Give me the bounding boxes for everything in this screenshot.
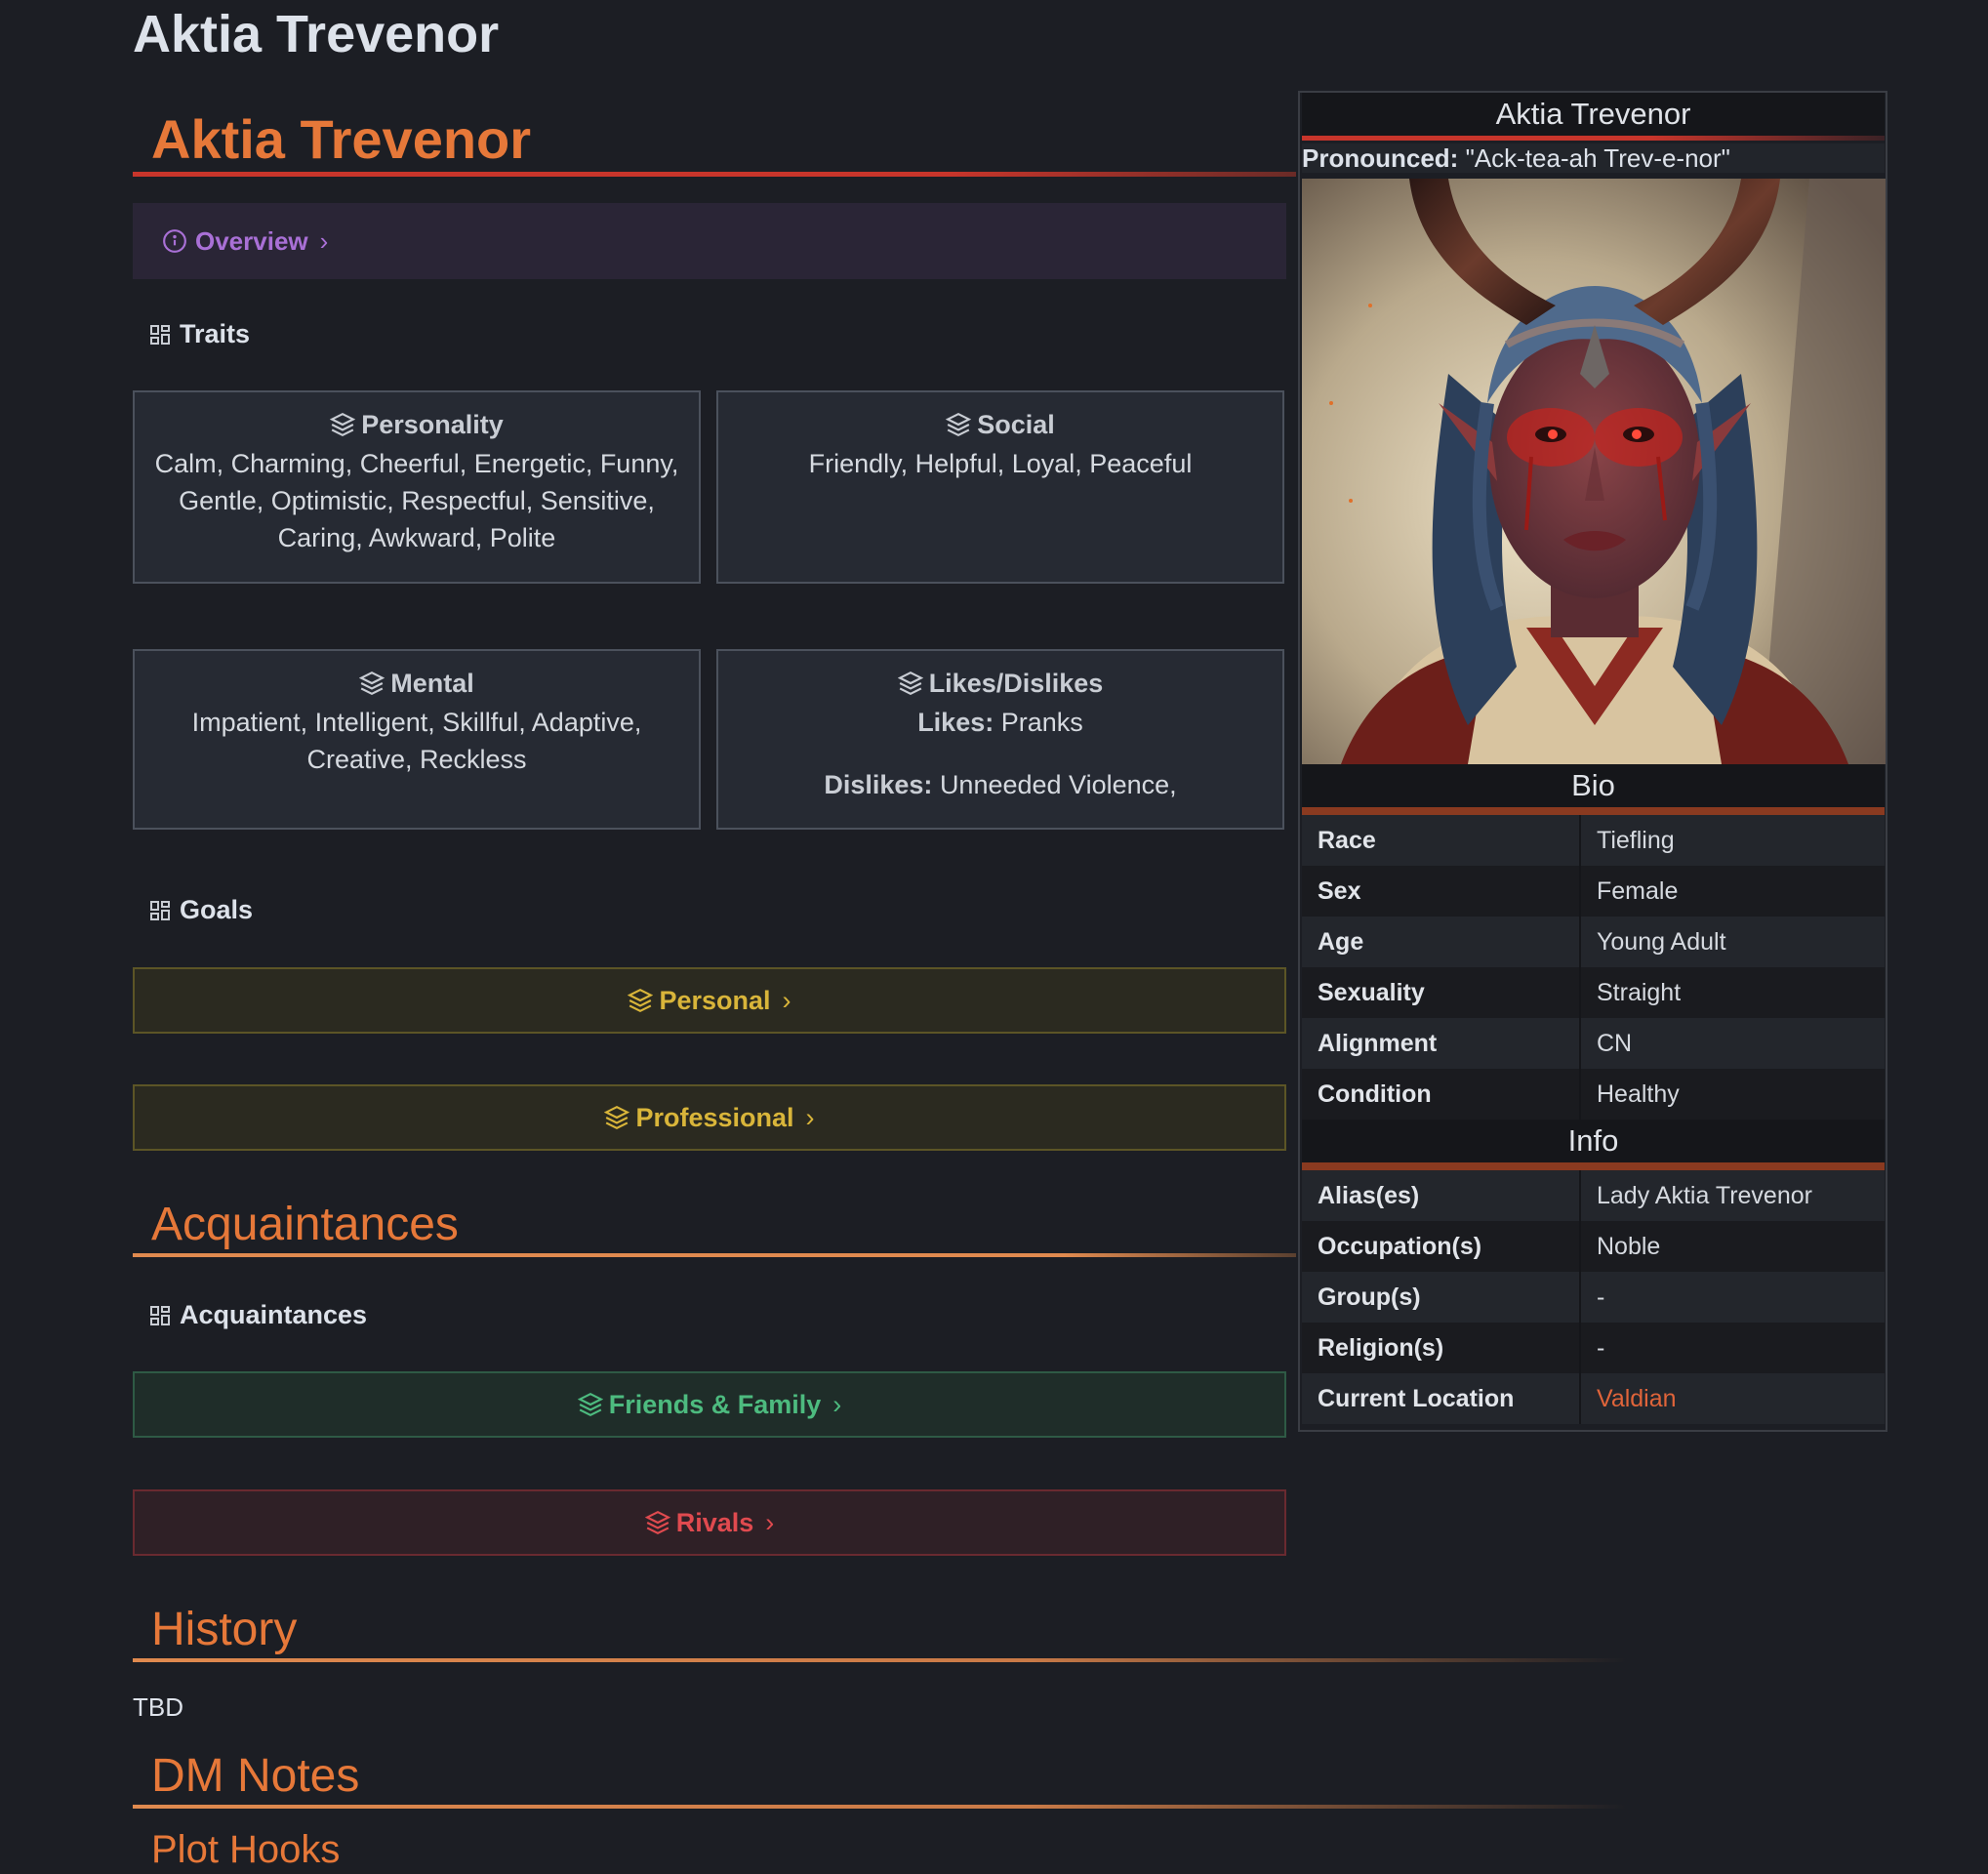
dislikes-label: Dislikes:	[824, 770, 933, 799]
friends-family-label: Friends & Family	[608, 1389, 822, 1419]
history-heading: History	[133, 1602, 1626, 1662]
acquaintances-heading: Acquaintances	[133, 1197, 1296, 1257]
acquaintances-heading-text: Acquaintances	[151, 1199, 459, 1250]
layers-icon	[897, 671, 923, 696]
bio-heading: Bio	[1302, 764, 1885, 815]
info-table: Alias(es) Lady Aktia Trevenor Occupation(…	[1302, 1170, 1885, 1424]
name-heading-text: Aktia Trevenor	[151, 108, 532, 170]
grid-icon	[150, 324, 170, 345]
page-title: Aktia Trevenor	[133, 5, 500, 63]
current-location-link[interactable]: Valdian	[1581, 1385, 1677, 1413]
social-text: Friendly, Helpful, Loyal, Peaceful	[808, 449, 1193, 478]
layers-icon	[644, 1510, 670, 1535]
likes-dislikes-title: Likes/Dislikes	[718, 665, 1282, 702]
personality-text: Calm, Charming, Cheerful, Energetic, Fun…	[154, 449, 679, 552]
history-text: TBD	[133, 1692, 183, 1722]
traits-label: Traits	[148, 319, 250, 349]
dislikes-value: Unneeded Violence,	[939, 770, 1177, 799]
character-portrait	[1302, 179, 1886, 764]
layers-icon	[604, 1105, 630, 1130]
pronounced-label: Pronounced:	[1302, 143, 1459, 173]
chevron-right-icon: ›	[805, 1102, 815, 1132]
bio-row: Condition Healthy	[1302, 1069, 1885, 1120]
info-row: Group(s) -	[1302, 1272, 1885, 1323]
likes-label: Likes:	[917, 708, 994, 737]
infobox-title: Aktia Trevenor	[1302, 93, 1885, 141]
bio-row: Alignment CN	[1302, 1018, 1885, 1069]
rivals-fold[interactable]: Rivals ›	[133, 1489, 1286, 1556]
info-row: Alias(es) Lady Aktia Trevenor	[1302, 1170, 1885, 1221]
mental-text: Impatient, Intelligent, Skillful, Adapti…	[191, 708, 642, 774]
social-card: Social Friendly, Helpful, Loyal, Peacefu…	[716, 390, 1284, 584]
mental-title: Mental	[135, 665, 699, 702]
info-row: Occupation(s) Noble	[1302, 1221, 1885, 1272]
chevron-right-icon: ›	[832, 1389, 842, 1419]
goals-label: Goals	[148, 895, 253, 925]
personality-title: Personality	[135, 406, 699, 443]
history-heading-text: History	[151, 1604, 298, 1655]
likes-dislikes-card: Likes/Dislikes Likes: Pranks Dislikes: U…	[716, 649, 1284, 830]
goals-label-text: Goals	[180, 895, 254, 924]
character-infobox: Aktia Trevenor Pronounced: "Ack-tea-ah T…	[1298, 91, 1887, 1432]
chevron-right-icon: ›	[765, 1507, 775, 1537]
professional-goals-fold[interactable]: Professional ›	[133, 1084, 1286, 1151]
rivals-label: Rivals	[675, 1507, 754, 1537]
social-title: Social	[718, 406, 1282, 443]
pronounced-value: "Ack-tea-ah Trev-e-nor"	[1465, 143, 1730, 173]
dm-notes-heading: DM Notes	[133, 1748, 1626, 1809]
professional-goals-label: Professional	[635, 1102, 794, 1132]
overview-callout[interactable]: Overview ›	[133, 203, 1286, 279]
acquaintances-label-text: Acquaintances	[180, 1300, 368, 1329]
overview-label: Overview	[195, 225, 308, 256]
dislikes-line: Dislikes: Unneeded Violence,	[718, 766, 1282, 803]
traits-label-text: Traits	[180, 319, 251, 348]
layers-icon	[359, 671, 385, 696]
grid-icon	[150, 900, 170, 920]
info-row: Religion(s) -	[1302, 1323, 1885, 1373]
chevron-right-icon: ›	[319, 225, 329, 256]
bio-row: Age Young Adult	[1302, 917, 1885, 967]
likes-value: Pranks	[1000, 708, 1083, 737]
chevron-right-icon: ›	[782, 985, 791, 1015]
likes-line: Likes: Pranks	[718, 704, 1282, 741]
info-heading: Info	[1302, 1120, 1885, 1170]
bio-row: Sexuality Straight	[1302, 967, 1885, 1018]
mental-card: Mental Impatient, Intelligent, Skillful,…	[133, 649, 701, 830]
personality-card: Personality Calm, Charming, Cheerful, En…	[133, 390, 701, 584]
info-icon	[163, 229, 186, 253]
layers-icon	[330, 412, 356, 437]
plot-hooks-heading: Plot Hooks	[151, 1828, 341, 1871]
bio-row: Race Tiefling	[1302, 815, 1885, 866]
dm-notes-heading-text: DM Notes	[151, 1750, 360, 1802]
personal-goals-label: Personal	[659, 985, 771, 1015]
acquaintances-label: Acquaintances	[148, 1300, 367, 1330]
grid-icon	[150, 1305, 170, 1325]
personal-goals-fold[interactable]: Personal ›	[133, 967, 1286, 1034]
name-heading: Aktia Trevenor	[133, 107, 1296, 177]
bio-table: Race Tiefling Sex Female Age Young Adult Se…	[1302, 815, 1885, 1120]
info-row: Current Location Valdian	[1302, 1373, 1885, 1424]
layers-icon	[628, 988, 654, 1013]
pronunciation: Pronounced: "Ack-tea-ah Trev-e-nor"	[1302, 143, 1885, 173]
layers-icon	[946, 412, 972, 437]
layers-icon	[577, 1392, 603, 1417]
bio-row: Sex Female	[1302, 866, 1885, 917]
friends-family-fold[interactable]: Friends & Family ›	[133, 1371, 1286, 1438]
